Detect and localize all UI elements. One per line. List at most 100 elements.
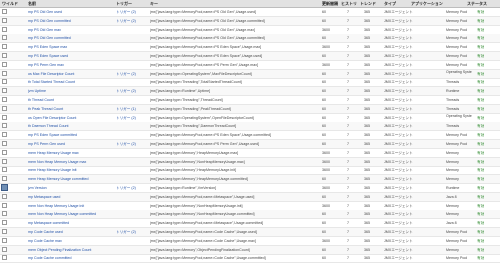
item-name-link[interactable]: mp PS Old Gen committed: [28, 19, 114, 23]
row-checkbox[interactable]: [2, 97, 7, 102]
row-checkbox[interactable]: [2, 44, 7, 50]
row-checkbox[interactable]: [2, 149, 7, 155]
item-name-link[interactable]: th Peak Thread Count: [28, 107, 114, 111]
status-link[interactable]: 有効: [477, 45, 497, 49]
row-checkbox[interactable]: [2, 202, 7, 208]
status-link[interactable]: 有効: [477, 10, 497, 14]
row-checkbox[interactable]: [2, 88, 7, 94]
item-name-link[interactable]: th Total Started Thread Count: [28, 80, 114, 84]
trigger-link[interactable]: トリガー (2): [116, 19, 146, 23]
row-checkbox[interactable]: [2, 17, 7, 23]
item-name-link[interactable]: mem Heap Memory Usage max: [28, 151, 114, 155]
trigger-link[interactable]: トリガー (2): [116, 89, 146, 93]
row-checkbox[interactable]: [2, 220, 7, 226]
status-link[interactable]: 有効: [477, 142, 497, 146]
item-name-link[interactable]: mp Code Cache max: [28, 239, 114, 243]
item-name-link[interactable]: mp Metaspace used: [28, 195, 114, 199]
status-link[interactable]: 有効: [477, 248, 497, 252]
status-link[interactable]: 有効: [477, 151, 497, 155]
status-link[interactable]: 有効: [477, 177, 497, 181]
item-name-link[interactable]: mem Heap Memory Usage committed: [28, 177, 114, 181]
header-type[interactable]: タイプ: [384, 1, 396, 7]
row-checkbox[interactable]: [2, 105, 7, 111]
row-checkbox[interactable]: [2, 141, 7, 146]
item-name-link[interactable]: mem Object Pending Finalization Count: [28, 248, 114, 252]
status-link[interactable]: 有効: [477, 89, 497, 93]
header-history[interactable]: ヒストリ: [341, 1, 357, 7]
row-checkbox[interactable]: [2, 255, 7, 261]
item-name-link[interactable]: mp PS Perm Gen used: [28, 142, 114, 146]
status-link[interactable]: 有効: [477, 256, 497, 260]
row-checkbox[interactable]: [2, 35, 7, 41]
item-name-link[interactable]: jvm Uptime: [28, 89, 114, 93]
row-checkbox[interactable]: [2, 229, 7, 234]
trigger-link[interactable]: トリガー (1): [116, 107, 146, 111]
status-link[interactable]: 有効: [477, 133, 497, 137]
status-link[interactable]: 有効: [477, 98, 497, 102]
trigger-link[interactable]: トリガー (2): [116, 186, 146, 190]
status-link[interactable]: 有効: [477, 230, 497, 234]
item-name-link[interactable]: mem Non Heap Memory Usage committed: [28, 212, 114, 216]
row-checkbox[interactable]: [2, 26, 7, 32]
row-checkbox[interactable]: [2, 176, 7, 182]
header-trend[interactable]: トレンド: [360, 1, 376, 7]
item-name-link[interactable]: os Max File Descriptor Count: [28, 72, 114, 76]
header-status[interactable]: ステータス: [467, 1, 487, 7]
item-name-link[interactable]: mem Non Heap Memory Usage init: [28, 204, 114, 208]
item-name-link[interactable]: mp PS Old Gen used: [28, 10, 114, 14]
status-link[interactable]: 有効: [477, 107, 497, 111]
row-checkbox[interactable]: [2, 167, 7, 173]
status-link[interactable]: 有効: [477, 63, 497, 67]
header-interval[interactable]: 更新間隔: [322, 1, 338, 7]
item-name-link[interactable]: mp PS Eden Space committed: [28, 133, 114, 137]
status-link[interactable]: 有効: [477, 204, 497, 208]
row-checkbox[interactable]: [2, 61, 7, 67]
row-checkbox[interactable]: [2, 123, 7, 129]
status-link[interactable]: 有効: [477, 124, 497, 128]
status-link[interactable]: 有効: [477, 239, 497, 243]
status-link[interactable]: 有効: [477, 221, 497, 225]
row-checkbox[interactable]: [2, 114, 7, 120]
header-trigger[interactable]: トリガー: [116, 1, 132, 7]
row-checkbox[interactable]: [2, 132, 7, 138]
header-name[interactable]: 名前: [28, 1, 36, 7]
status-link[interactable]: 有効: [477, 72, 497, 76]
item-name-link[interactable]: mp Code Cache used: [28, 230, 114, 234]
header-key[interactable]: キー: [150, 1, 158, 7]
item-name-link[interactable]: jvm Version: [28, 186, 114, 190]
row-checkbox[interactable]: [2, 9, 7, 14]
item-name-link[interactable]: mp Code Cache committed: [28, 256, 114, 260]
status-link[interactable]: 有効: [477, 186, 497, 190]
header-application[interactable]: アプリケーション: [411, 1, 443, 7]
item-name-link[interactable]: mp PS Perm Gen max: [28, 63, 114, 67]
status-link[interactable]: 有効: [477, 212, 497, 216]
row-checkbox[interactable]: [2, 193, 7, 199]
trigger-link[interactable]: トリガー (2): [116, 10, 146, 14]
trigger-link[interactable]: トリガー (2): [116, 72, 146, 76]
item-name-link[interactable]: mp Metaspace committed: [28, 221, 114, 225]
row-checkbox[interactable]: [2, 237, 7, 243]
status-link[interactable]: 有効: [477, 80, 497, 84]
status-link[interactable]: 有効: [477, 195, 497, 199]
item-name-link[interactable]: os Open File Descriptor Count: [28, 116, 114, 120]
item-name-link[interactable]: mp PS Old Gen max: [28, 28, 114, 32]
status-link[interactable]: 有効: [477, 28, 497, 32]
trigger-link[interactable]: トリガー (2): [116, 116, 146, 120]
status-link[interactable]: 有効: [477, 116, 497, 120]
row-checkbox[interactable]: [2, 70, 7, 76]
status-link[interactable]: 有効: [477, 19, 497, 23]
row-checkbox[interactable]: [2, 246, 7, 252]
trigger-link[interactable]: トリガー (2): [116, 230, 146, 234]
status-link[interactable]: 有効: [477, 160, 497, 164]
item-name-link[interactable]: mp PS Eden Space used: [28, 54, 114, 58]
row-checkbox[interactable]: [2, 53, 7, 58]
item-name-link[interactable]: mem Non Heap Memory Usage max: [28, 160, 114, 164]
status-link[interactable]: 有効: [477, 54, 497, 58]
trigger-link[interactable]: トリガー (2): [116, 142, 146, 146]
item-name-link[interactable]: th Thread Count: [28, 98, 114, 102]
status-link[interactable]: 有効: [477, 168, 497, 172]
item-name-link[interactable]: mp PS Eden Space max: [28, 45, 114, 49]
row-checkbox[interactable]: [2, 158, 7, 164]
row-checkbox[interactable]: [2, 211, 7, 217]
item-name-link[interactable]: mp PS Old Gen committed: [28, 36, 114, 40]
